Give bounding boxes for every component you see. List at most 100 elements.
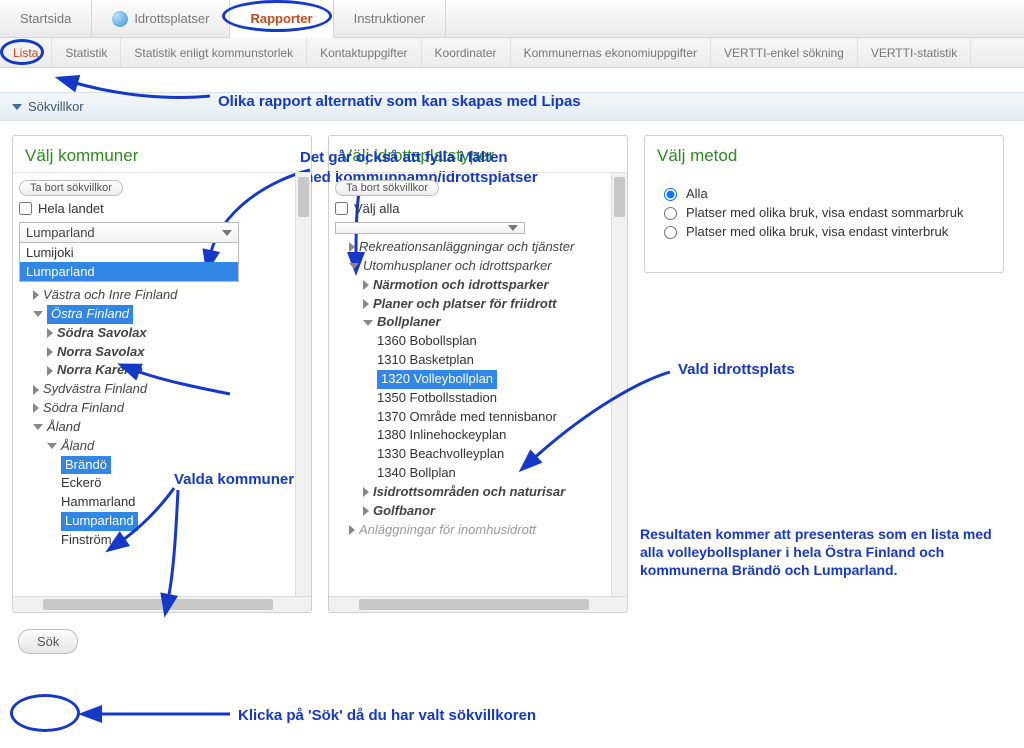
subtab-label: VERTTI-statistik bbox=[871, 46, 957, 60]
radio-input[interactable] bbox=[664, 226, 677, 239]
tree-item[interactable]: 1370 Område med tennisbanor bbox=[335, 408, 605, 427]
radio-input[interactable] bbox=[664, 207, 677, 220]
subtab-kontakt[interactable]: Kontaktuppgifter bbox=[307, 38, 421, 67]
expand-icon bbox=[363, 280, 369, 290]
tree-item[interactable]: Planer och platser för friidrott bbox=[335, 295, 605, 314]
subtab-label: VERTTI-enkel sökning bbox=[724, 46, 844, 60]
hela-landet-checkbox[interactable]: Hela landet bbox=[19, 201, 289, 216]
tree-item[interactable]: Hammarland bbox=[19, 493, 289, 512]
radio-input[interactable] bbox=[664, 188, 677, 201]
panel-title: Välj idrottsplatstyper bbox=[329, 136, 627, 172]
tree-item[interactable]: Åland bbox=[19, 418, 289, 437]
horizontal-scrollbar[interactable] bbox=[13, 596, 311, 612]
typ-combo[interactable] bbox=[335, 222, 525, 234]
tree-item[interactable]: Anläggningar för inomhusidrott bbox=[335, 521, 605, 540]
radio-label: Platser med olika bruk, visa endast vint… bbox=[686, 224, 948, 239]
typ-tree: Rekreationsanläggningar och tjänster Uto… bbox=[335, 238, 605, 540]
tree-item[interactable]: Utomhusplaner och idrottsparker bbox=[335, 257, 605, 276]
tree-item[interactable]: Isidrottsområden och naturisar bbox=[335, 483, 605, 502]
subtab-label: Statistik bbox=[65, 46, 107, 60]
tree-item[interactable]: 1310 Basketplan bbox=[335, 351, 605, 370]
subtab-vertti-sok[interactable]: VERTTI-enkel sökning bbox=[711, 38, 858, 67]
expand-icon bbox=[363, 487, 369, 497]
chevron-down-icon bbox=[222, 230, 232, 236]
tab-rapporter[interactable]: Rapporter bbox=[230, 0, 333, 38]
tree-item[interactable]: Norra Savolax bbox=[19, 343, 289, 362]
tree-item[interactable]: Norra Karelen bbox=[19, 361, 289, 380]
combo-value: Lumparland bbox=[26, 225, 95, 240]
kommun-dropdown-list: Lumijoki Lumparland bbox=[19, 243, 239, 282]
filter-label: Sökvillkor bbox=[28, 99, 84, 114]
tree-item[interactable]: Södra Finland bbox=[19, 399, 289, 418]
vertical-scrollbar[interactable] bbox=[295, 173, 311, 612]
subtab-koord[interactable]: Koordinater bbox=[422, 38, 511, 67]
tree-item[interactable]: Golfbanor bbox=[335, 502, 605, 521]
dropdown-option[interactable]: Lumijoki bbox=[20, 243, 238, 262]
subtab-label: Koordinater bbox=[435, 46, 497, 60]
expand-icon bbox=[363, 506, 369, 516]
dropdown-option-selected[interactable]: Lumparland bbox=[20, 262, 238, 281]
remove-filter-button[interactable]: Ta bort sökvillkor bbox=[19, 180, 123, 196]
panel-title: Välj metod bbox=[645, 136, 1003, 172]
tree-item[interactable]: 1340 Bollplan bbox=[335, 464, 605, 483]
collapse-icon bbox=[33, 311, 43, 317]
main-tabs: Startsida Idrottsplatser Rapporter Instr… bbox=[0, 0, 1024, 38]
annotation-oval bbox=[10, 694, 80, 732]
sub-tabs: Lista Statistik Statistik enligt kommuns… bbox=[0, 38, 1024, 68]
radio-label: Platser med olika bruk, visa endast somm… bbox=[686, 205, 963, 220]
expand-icon bbox=[349, 242, 355, 252]
sok-button[interactable]: Sök bbox=[18, 629, 78, 654]
tree-item[interactable]: Brändö bbox=[19, 456, 289, 475]
subtab-statistik-kommun[interactable]: Statistik enligt kommunstorlek bbox=[121, 38, 307, 67]
kommun-combo[interactable]: Lumparland bbox=[19, 222, 239, 243]
tree-item[interactable]: 1350 Fotbollsstadion bbox=[335, 389, 605, 408]
checkbox-input[interactable] bbox=[19, 202, 32, 215]
tree-item[interactable]: Närmotion och idrottsparker bbox=[335, 276, 605, 295]
collapse-icon bbox=[33, 424, 43, 430]
horizontal-scrollbar[interactable] bbox=[329, 596, 627, 612]
tree-item[interactable]: Sydvästra Finland bbox=[19, 380, 289, 399]
panel-kommuner: Välj kommuner Ta bort sökvillkor Hela la… bbox=[12, 135, 312, 613]
tab-startsida[interactable]: Startsida bbox=[0, 0, 92, 37]
subtab-ekonomi[interactable]: Kommunernas ekonomiuppgifter bbox=[511, 38, 711, 67]
expand-icon bbox=[363, 299, 369, 309]
subtab-statistik[interactable]: Statistik bbox=[52, 38, 121, 67]
tree-item[interactable]: 1380 Inlinehockeyplan bbox=[335, 426, 605, 445]
filter-bar[interactable]: Sökvillkor bbox=[0, 92, 1024, 121]
expand-icon bbox=[33, 403, 39, 413]
subtab-label: Kontaktuppgifter bbox=[320, 46, 407, 60]
tree-item[interactable]: 1320 Volleybollplan bbox=[335, 370, 605, 389]
valj-alla-checkbox[interactable]: Välj alla bbox=[335, 201, 605, 216]
tree-item[interactable]: Eckerö bbox=[19, 474, 289, 493]
tree-item[interactable]: Åland bbox=[19, 437, 289, 456]
vertical-scrollbar[interactable] bbox=[611, 173, 627, 612]
subtab-lista[interactable]: Lista bbox=[0, 38, 52, 67]
expand-icon bbox=[349, 525, 355, 535]
expand-icon bbox=[47, 347, 53, 357]
tree-item[interactable]: Bollplaner bbox=[335, 313, 605, 332]
method-radio-vinter[interactable]: Platser med olika bruk, visa endast vint… bbox=[659, 223, 989, 239]
tree-item[interactable]: 1330 Beachvolleyplan bbox=[335, 445, 605, 464]
checkbox-label: Välj alla bbox=[354, 201, 400, 216]
tab-idrottsplatser[interactable]: Idrottsplatser bbox=[92, 0, 230, 37]
method-radio-sommar[interactable]: Platser med olika bruk, visa endast somm… bbox=[659, 204, 989, 220]
collapse-icon bbox=[47, 443, 57, 449]
expand-icon bbox=[47, 366, 53, 376]
tree-item[interactable]: Södra Savolax bbox=[19, 324, 289, 343]
globe-icon bbox=[112, 11, 128, 27]
tab-label: Idrottsplatser bbox=[134, 11, 209, 26]
remove-filter-button[interactable]: Ta bort sökvillkor bbox=[335, 180, 439, 196]
panel-metod: Välj metod Alla Platser med olika bruk, … bbox=[644, 135, 1004, 273]
tree-item[interactable]: 1360 Bobollsplan bbox=[335, 332, 605, 351]
tab-instruktioner[interactable]: Instruktioner bbox=[334, 0, 447, 37]
checkbox-input[interactable] bbox=[335, 202, 348, 215]
tree-item[interactable]: Västra och Inre Finland bbox=[19, 286, 289, 305]
radio-label: Alla bbox=[686, 186, 708, 201]
method-radio-alla[interactable]: Alla bbox=[659, 185, 989, 201]
subtab-vertti-stat[interactable]: VERTTI-statistik bbox=[858, 38, 971, 67]
tab-label: Instruktioner bbox=[354, 11, 426, 26]
tree-item[interactable]: Östra Finland bbox=[19, 305, 289, 324]
tree-item[interactable]: Finström bbox=[19, 531, 289, 550]
tree-item[interactable]: Rekreationsanläggningar och tjänster bbox=[335, 238, 605, 257]
tree-item[interactable]: Lumparland bbox=[19, 512, 289, 531]
